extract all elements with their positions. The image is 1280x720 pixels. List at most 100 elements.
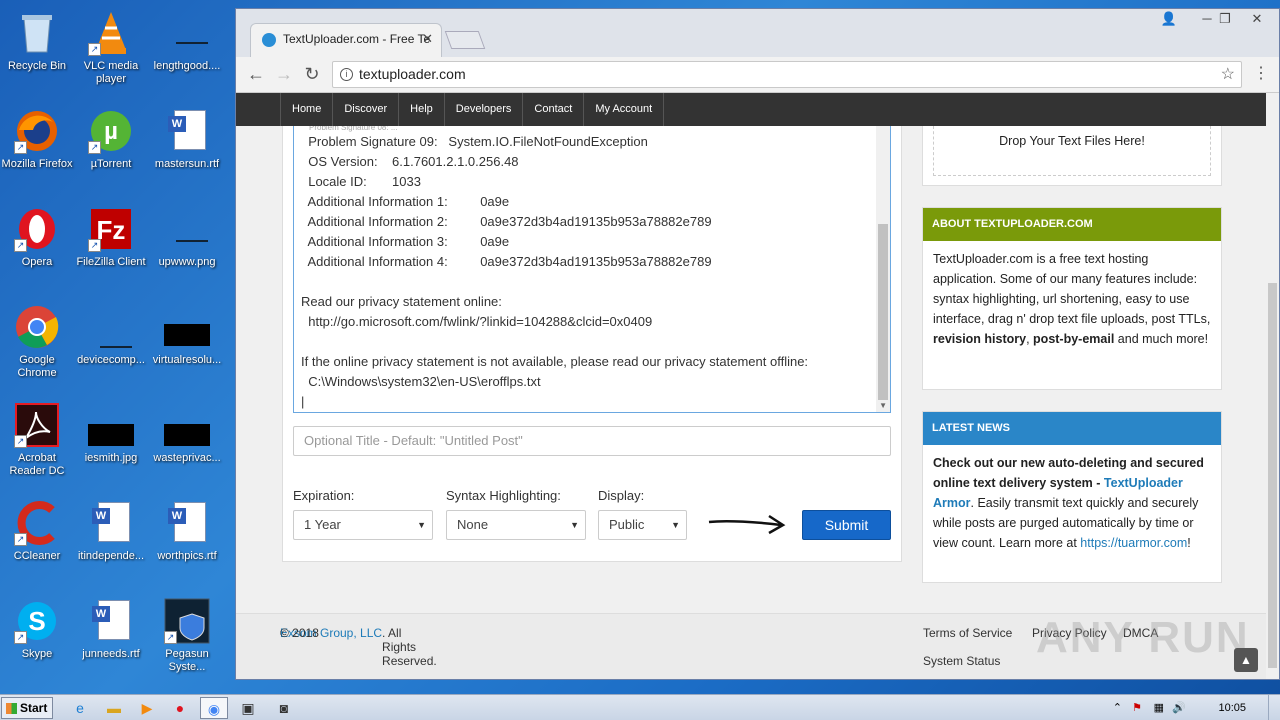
address-bar-row: ← → ↻ i textuploader.com ☆ ⋮ bbox=[236, 57, 1279, 93]
word-document-icon: W bbox=[164, 500, 210, 546]
drop-zone[interactable]: Drop Your Text Files Here! bbox=[933, 126, 1211, 176]
nav-my-account[interactable]: My Account bbox=[584, 93, 665, 126]
desktop-icon-mastersun[interactable]: W mastersun.rtf bbox=[150, 104, 224, 196]
post-content-textarea[interactable]: Problem Signature 08: ... Problem Signat… bbox=[293, 126, 891, 413]
desktop-icon-junneeds[interactable]: W junneeds.rtf bbox=[74, 594, 148, 686]
desktop-icon-iesmith[interactable]: iesmith.jpg bbox=[74, 398, 148, 490]
desktop-icon-firefox[interactable]: ↗ Mozilla Firefox bbox=[0, 104, 74, 196]
flag-icon[interactable]: ⚑ bbox=[1132, 695, 1142, 720]
image-file-icon bbox=[164, 206, 210, 252]
content-line: http://go.microsoft.com/fwlink/?linkid=1… bbox=[301, 314, 653, 329]
content-line: Additional Information 2: 0a9e372d3b4ad1… bbox=[301, 214, 712, 229]
about-card: ABOUT TEXTUPLOADER.COM TextUploader.com … bbox=[922, 207, 1222, 390]
content-line: If the online privacy statement is not a… bbox=[301, 354, 809, 369]
desktop-icon-skype[interactable]: S ↗ Skype bbox=[0, 594, 74, 686]
expiration-select[interactable]: 1 Year ▼ bbox=[293, 510, 433, 540]
new-tab-button[interactable] bbox=[444, 31, 486, 49]
opera-icon: ↗ bbox=[14, 206, 60, 252]
chrome-taskbar-icon[interactable]: ◉ bbox=[200, 697, 228, 719]
chevron-down-icon: ▼ bbox=[671, 520, 680, 530]
desktop-icon-worthpics[interactable]: W worthpics.rtf bbox=[150, 496, 224, 588]
news-heading: LATEST NEWS bbox=[923, 412, 1221, 445]
file-icon bbox=[164, 10, 210, 56]
textarea-scrollbar[interactable]: ▼ bbox=[876, 126, 890, 412]
desktop-icon-vlc[interactable]: ↗ VLC media player bbox=[74, 6, 148, 98]
page-scroll-thumb[interactable] bbox=[1268, 283, 1277, 668]
media-player-taskbar-icon[interactable]: ▶ bbox=[133, 697, 161, 719]
reload-icon[interactable]: ↻ bbox=[300, 64, 324, 85]
chevron-down-icon: ▼ bbox=[417, 520, 426, 530]
browser-tab[interactable]: TextUploader.com - Free Te ✕ bbox=[250, 23, 442, 57]
content-line: Locale ID: 1033 bbox=[301, 174, 421, 189]
explorer-taskbar-icon[interactable]: ▬ bbox=[100, 697, 128, 719]
bookmark-star-icon[interactable]: ☆ bbox=[1221, 62, 1235, 87]
browser-menu-icon[interactable]: ⋮ bbox=[1253, 63, 1269, 83]
cmd-taskbar-icon[interactable]: ▣ bbox=[234, 697, 262, 719]
desktop-icon-itindepende[interactable]: W itindepende... bbox=[74, 496, 148, 588]
desktop-icon-chrome[interactable]: Google Chrome bbox=[0, 300, 74, 392]
scroll-to-top-button[interactable]: ▲ bbox=[1234, 648, 1258, 672]
nav-developers[interactable]: Developers bbox=[445, 93, 524, 126]
tuarmor-link[interactable]: https://tuarmor.com bbox=[1080, 536, 1187, 550]
chevron-down-icon: ▼ bbox=[570, 520, 579, 530]
close-window-icon[interactable]: ✕ bbox=[1244, 11, 1270, 27]
desktop-icon-pegasun[interactable]: ↗ Pegasun Syste... bbox=[150, 594, 224, 686]
nav-contact[interactable]: Contact bbox=[523, 93, 585, 126]
desktop-icon-ccleaner[interactable]: ↗ CCleaner bbox=[0, 496, 74, 588]
content-line: C:\Windows\system32\en-US\erofflps.txt bbox=[301, 374, 541, 389]
show-desktop-button[interactable] bbox=[1268, 695, 1280, 720]
pegasun-icon: ↗ bbox=[164, 598, 210, 644]
terms-link[interactable]: Terms of Service bbox=[923, 626, 1012, 640]
ie-taskbar-icon[interactable]: e bbox=[66, 697, 94, 719]
volume-icon[interactable]: 🔊 bbox=[1172, 695, 1186, 720]
copyright: © 2018 Exsom Group, LLC. All Rights Rese… bbox=[280, 626, 437, 668]
network-icon[interactable]: ▦ bbox=[1154, 695, 1164, 720]
post-form-card: Problem Signature 08: ... Problem Signat… bbox=[282, 126, 902, 562]
clock[interactable]: 10:05 AM bbox=[1218, 695, 1246, 720]
nav-help[interactable]: Help bbox=[399, 93, 445, 126]
back-icon[interactable]: ← bbox=[244, 64, 268, 85]
app-taskbar-icon[interactable]: ◙ bbox=[270, 697, 298, 719]
about-text: TextUploader.com is a free text hosting … bbox=[933, 252, 1211, 346]
desktop-icon-utorrent[interactable]: µ ↗ µTorrent bbox=[74, 104, 148, 196]
textarea-scroll-thumb[interactable] bbox=[878, 224, 888, 400]
nav-discover[interactable]: Discover bbox=[333, 93, 400, 126]
scroll-down-icon[interactable]: ▼ bbox=[879, 401, 887, 410]
desktop-icon-acrobat[interactable]: ↗ Acrobat Reader DC bbox=[0, 398, 74, 490]
restore-icon[interactable]: ❐ bbox=[1212, 11, 1238, 27]
desktop-icon-wasteprivac[interactable]: wasteprivac... bbox=[150, 398, 224, 490]
display-value: Public bbox=[609, 517, 645, 532]
desktop-icon-devicecomp[interactable]: devicecomp... bbox=[74, 300, 148, 392]
desktop-icon-filezilla[interactable]: Fz ↗ FileZilla Client bbox=[74, 202, 148, 294]
submit-button[interactable]: Submit bbox=[802, 510, 891, 540]
show-hidden-icons[interactable]: ⌃ bbox=[1113, 695, 1122, 720]
title-input[interactable]: Optional Title - Default: "Untitled Post… bbox=[293, 426, 891, 456]
system-status-link[interactable]: System Status bbox=[923, 654, 1000, 668]
opera-taskbar-icon[interactable]: ● bbox=[166, 697, 194, 719]
url-field[interactable]: i textuploader.com ☆ bbox=[332, 61, 1242, 88]
page-scrollbar[interactable] bbox=[1266, 93, 1279, 679]
svg-text:µ: µ bbox=[104, 118, 118, 145]
nav-home[interactable]: Home bbox=[280, 93, 334, 126]
windows-logo-icon bbox=[6, 703, 17, 714]
desktop-icon-virtualresolu[interactable]: virtualresolu... bbox=[150, 300, 224, 392]
start-button[interactable]: Start bbox=[1, 697, 53, 719]
forward-icon[interactable]: → bbox=[272, 64, 296, 85]
news-text: Check out our new auto-deleting and secu… bbox=[933, 456, 1204, 550]
desktop-icon-upwww[interactable]: upwww.png bbox=[150, 202, 224, 294]
syntax-select[interactable]: None ▼ bbox=[446, 510, 586, 540]
content-line: Read our privacy statement online: bbox=[301, 294, 502, 309]
acrobat-icon: ↗ bbox=[14, 402, 60, 448]
content-line: Additional Information 3: 0a9e bbox=[301, 234, 510, 249]
post-content-lines: Problem Signature 09: System.IO.FileNotF… bbox=[301, 132, 890, 412]
desktop-icon-lengthgood[interactable]: lengthgood.... bbox=[150, 6, 224, 98]
desktop-icon-opera[interactable]: ↗ Opera bbox=[0, 202, 74, 294]
content-line: | bbox=[301, 394, 305, 409]
page-viewport: Home Discover Help Developers Contact My… bbox=[236, 93, 1279, 679]
user-icon[interactable]: 👤 bbox=[1156, 11, 1182, 27]
info-icon[interactable]: i bbox=[340, 68, 353, 81]
desktop-icon-recycle-bin[interactable]: Recycle Bin bbox=[0, 6, 74, 98]
syntax-value: None bbox=[457, 517, 489, 532]
display-select[interactable]: Public ▼ bbox=[598, 510, 687, 540]
close-tab-icon[interactable]: ✕ bbox=[422, 24, 433, 54]
